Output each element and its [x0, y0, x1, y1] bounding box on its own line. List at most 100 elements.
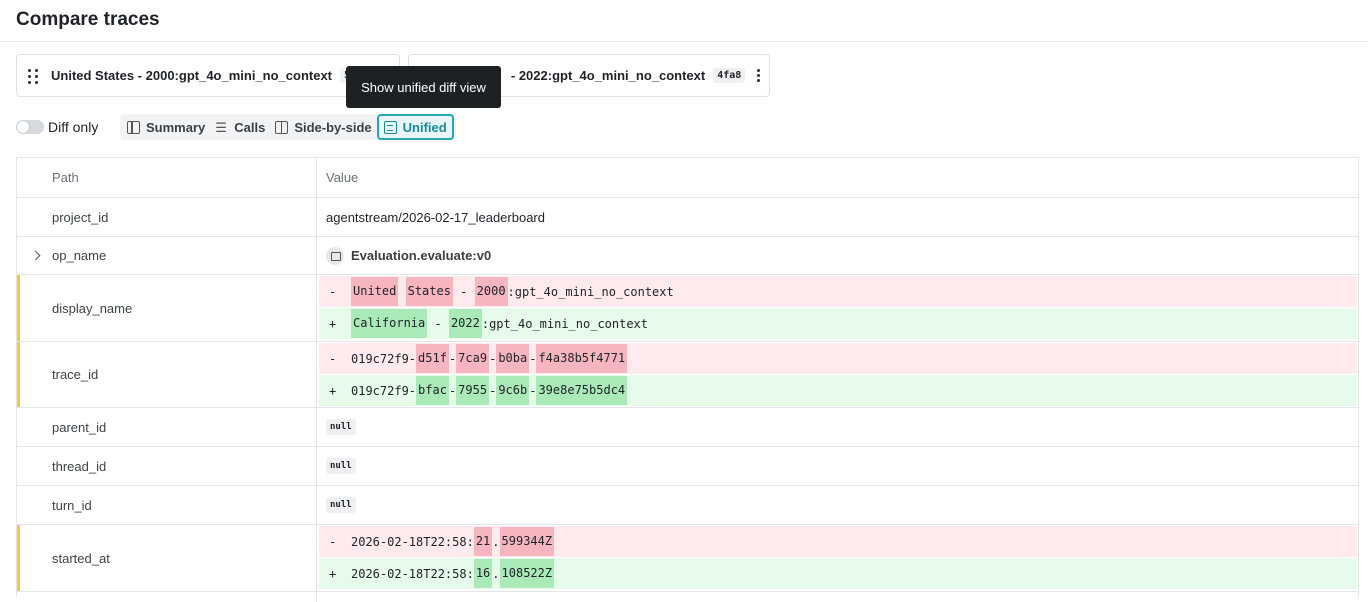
- diff-token: 2026-02-18T22:58:: [351, 534, 474, 549]
- diff-removed-token: b0ba: [496, 344, 530, 373]
- plus-sign: +: [329, 566, 337, 581]
- diff-removed-token: f4a38b5f4771: [536, 344, 628, 373]
- path-cell[interactable]: op_name: [17, 237, 317, 274]
- diff-removed-token: 21: [473, 527, 493, 556]
- path-cell: project_id: [17, 198, 317, 236]
- table-row[interactable]: op_name Evaluation.evaluate:v0: [17, 237, 1358, 275]
- table-icon: [127, 120, 140, 134]
- path-cell: display_name: [17, 275, 317, 341]
- null-badge: null: [326, 497, 356, 513]
- diff-token: -: [489, 383, 497, 398]
- trace-name: United States - 2000:gpt_4o_mini_no_cont…: [51, 68, 333, 83]
- diff-table: Path Value project_id agentstream/2026-0…: [16, 157, 1359, 602]
- diff-removed-token: d51f: [416, 344, 449, 373]
- view-side-by-side-label: Side-by-side: [294, 119, 372, 135]
- path-cell: thread_id: [17, 447, 317, 485]
- path-cell: trace_id: [17, 342, 317, 407]
- more-options-icon[interactable]: [757, 68, 761, 83]
- diff-added-token: California: [351, 309, 428, 338]
- toggle-knob: [17, 121, 29, 133]
- diff-removed-line: - 2026-02-18T22:58: 21 . 599344Z: [319, 526, 1357, 557]
- plus-sign: +: [329, 316, 337, 331]
- diff-added-token: 7955: [456, 376, 490, 405]
- diff-token: -: [529, 351, 537, 366]
- trace-name: - 2022:gpt_4o_mini_no_context: [510, 68, 706, 83]
- diff-removed-token: 7ca9: [456, 344, 490, 373]
- view-calls-label: Calls: [234, 119, 266, 135]
- column-header-path: Path: [17, 158, 317, 197]
- value-cell: null: [318, 486, 1358, 524]
- trace-card-1[interactable]: United States - 2000:gpt_4o_mini_no_cont…: [16, 54, 400, 97]
- page-title: Compare traces: [16, 9, 160, 30]
- column-header-value: Value: [326, 170, 359, 185]
- page-header: Compare traces: [0, 0, 1368, 42]
- value-cell: null: [318, 447, 1358, 485]
- tooltip-text: Show unified diff view: [361, 79, 486, 95]
- diff-token: .: [492, 534, 500, 549]
- diff-token: -: [427, 316, 449, 331]
- diff-added-line: + 019c72f9- bfac - 7955 - 9c6b - 39e8e75…: [319, 375, 1357, 406]
- diff-token: :gpt_4o_mini_no_context: [507, 284, 674, 299]
- minus-sign: -: [329, 284, 337, 299]
- diff-added-token: 108522Z: [499, 559, 555, 588]
- table-row: project_id agentstream/2026-02-17_leader…: [17, 198, 1358, 237]
- table-row: turn_id null: [17, 486, 1358, 525]
- value-cell: null: [318, 408, 1358, 446]
- diff-token: -: [529, 383, 537, 398]
- null-badge: null: [326, 419, 356, 435]
- view-summary-button[interactable]: Summary: [122, 114, 210, 140]
- diff-token: -: [448, 383, 457, 398]
- view-mode-group: Summary ☰ Calls Side-by-side Unified: [120, 114, 456, 140]
- diff-token: :gpt_4o_mini_no_context: [481, 316, 649, 331]
- diff-only-toggle[interactable]: [16, 120, 44, 134]
- value-cell: agentstream/2026-02-17_leaderboard: [326, 209, 545, 225]
- diff-token: -: [489, 351, 497, 366]
- diff-removed-line: - United States - 2000 :gpt_4o_mini_no_c…: [319, 276, 1357, 307]
- unified-icon: [383, 120, 397, 134]
- view-side-by-side-button[interactable]: Side-by-side: [270, 114, 376, 140]
- diff-only-label: Diff only: [48, 119, 99, 135]
- view-summary-label: Summary: [146, 119, 206, 135]
- trace-id-badge: 4fa8: [713, 68, 746, 83]
- value-cell: Evaluation.evaluate:v0: [318, 237, 1358, 274]
- diff-removed-token: 599344Z: [499, 527, 555, 556]
- minus-sign: -: [329, 351, 337, 366]
- diff-added-line: + 2026-02-18T22:58: 16 . 108522Z: [319, 558, 1357, 589]
- table-row: thread_id null: [17, 447, 1358, 486]
- diff-removed-token: 2000: [474, 277, 508, 306]
- diff-token: -: [452, 284, 475, 299]
- diff-added-token: 39e8e75b5dc4: [536, 376, 628, 405]
- null-badge: null: [326, 458, 356, 474]
- diff-added-token: 2022: [448, 309, 482, 338]
- diff-added-token: 16: [473, 559, 493, 588]
- diff-added-line: + California - 2022 :gpt_4o_mini_no_cont…: [319, 308, 1357, 339]
- diff-token: .: [492, 566, 500, 581]
- op-icon: [326, 246, 344, 265]
- chevron-right-icon[interactable]: [30, 250, 41, 260]
- layers-icon: ☰: [215, 119, 227, 135]
- table-row-partial: [17, 592, 1358, 602]
- minus-sign: -: [329, 534, 337, 549]
- table-header-row: Path Value: [17, 158, 1358, 198]
- diff-removed-token: United: [351, 277, 399, 306]
- diff-token: 2026-02-18T22:58:: [351, 566, 474, 581]
- diff-removed-line: - 019c72f9- d51f - 7ca9 - b0ba - f4a38b5…: [319, 343, 1357, 374]
- diff-removed-token: States: [405, 277, 453, 306]
- view-calls-button[interactable]: ☰ Calls: [210, 114, 270, 140]
- diff-token: -: [448, 351, 457, 366]
- path-cell: parent_id: [17, 408, 317, 446]
- plus-sign: +: [329, 383, 337, 398]
- path-cell: started_at: [17, 525, 317, 591]
- drag-handle-icon[interactable]: [27, 68, 41, 84]
- path-cell: turn_id: [17, 486, 317, 524]
- view-unified-label: Unified: [402, 119, 447, 135]
- unified-view-tooltip: Show unified diff view: [346, 66, 501, 108]
- book-icon: [275, 120, 289, 134]
- diff-token: 019c72f9-: [351, 351, 417, 366]
- path-cell: [17, 592, 317, 602]
- op-name-link[interactable]: Evaluation.evaluate:v0: [351, 248, 491, 263]
- view-unified-button[interactable]: Unified: [376, 114, 454, 140]
- diff-token: [398, 285, 405, 299]
- diff-added-token: bfac: [416, 376, 449, 405]
- view-toolbar: Diff only Summary ☰ Calls Side-by-side U…: [16, 114, 616, 140]
